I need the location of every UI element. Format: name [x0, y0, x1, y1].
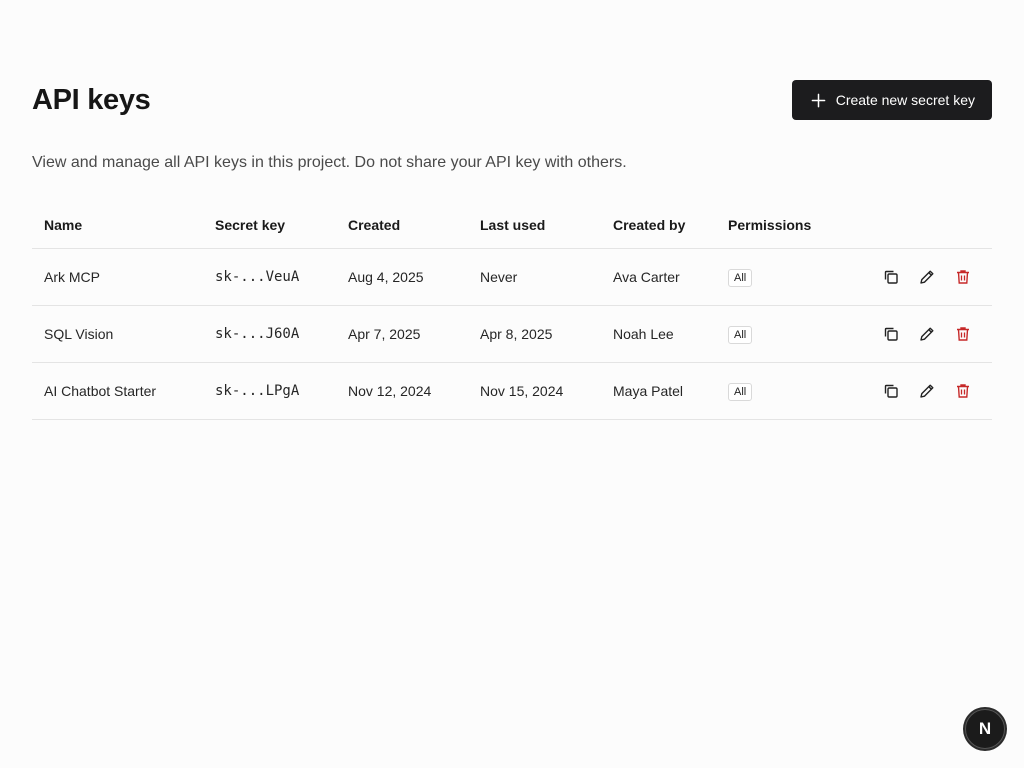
edit-icon[interactable]: [918, 325, 936, 343]
created-date: Aug 4, 2025: [336, 248, 468, 306]
last-used-date: Apr 8, 2025: [468, 305, 601, 363]
trash-icon[interactable]: [954, 382, 972, 400]
create-secret-key-label: Create new secret key: [835, 92, 975, 108]
column-header-last-used: Last used: [468, 202, 601, 249]
secret-key: sk-...VeuA: [203, 248, 336, 306]
table-header-row: Name Secret key Created Last used Create…: [32, 202, 992, 249]
trash-icon[interactable]: [954, 325, 972, 343]
last-used-date: Nov 15, 2024: [468, 362, 601, 420]
created-date: Apr 7, 2025: [336, 305, 468, 363]
table-row: AI Chatbot Starter sk-...LPgA Nov 12, 20…: [32, 362, 992, 420]
created-by: Noah Lee: [601, 305, 716, 363]
permissions-cell: All: [716, 305, 846, 363]
api-keys-page: API keys Create new secret key View and …: [32, 80, 992, 420]
last-used-date: Never: [468, 248, 601, 306]
actions-cell: [846, 362, 992, 420]
edit-icon[interactable]: [918, 382, 936, 400]
column-header-permissions: Permissions: [716, 202, 846, 249]
table-row: SQL Vision sk-...J60A Apr 7, 2025 Apr 8,…: [32, 305, 992, 363]
secret-key: sk-...LPgA: [203, 362, 336, 420]
trash-icon[interactable]: [954, 268, 972, 286]
n-logo-icon: N: [978, 719, 992, 738]
created-by: Maya Patel: [601, 362, 716, 420]
actions-cell: [846, 305, 992, 363]
edit-icon[interactable]: [918, 268, 936, 286]
column-header-name: Name: [32, 202, 203, 249]
page-title: API keys: [32, 83, 151, 116]
key-name: SQL Vision: [32, 305, 203, 363]
permissions-cell: All: [716, 248, 846, 306]
page-header: API keys Create new secret key: [32, 80, 992, 120]
column-header-created: Created: [336, 202, 468, 249]
permissions-cell: All: [716, 362, 846, 420]
column-header-created-by: Created by: [601, 202, 716, 249]
actions-cell: [846, 248, 992, 306]
secret-key: sk-...J60A: [203, 305, 336, 363]
dev-tools-button[interactable]: N: [965, 709, 1005, 749]
copy-icon[interactable]: [882, 325, 900, 343]
column-header-secret-key: Secret key: [203, 202, 336, 249]
created-date: Nov 12, 2024: [336, 362, 468, 420]
page-description: View and manage all API keys in this pro…: [32, 154, 627, 171]
table-row: Ark MCP sk-...VeuA Aug 4, 2025 Never Ava…: [32, 248, 992, 306]
permissions-badge: All: [728, 382, 753, 401]
plus-icon: [811, 93, 826, 108]
copy-icon[interactable]: [882, 268, 900, 286]
permissions-badge: All: [728, 268, 753, 287]
api-keys-table: Name Secret key Created Last used Create…: [32, 202, 992, 420]
create-secret-key-button[interactable]: Create new secret key: [791, 80, 992, 120]
column-header-actions: [846, 202, 992, 249]
key-name: AI Chatbot Starter: [32, 362, 203, 420]
key-name: Ark MCP: [32, 248, 203, 306]
copy-icon[interactable]: [882, 382, 900, 400]
permissions-badge: All: [728, 325, 753, 344]
created-by: Ava Carter: [601, 248, 716, 306]
